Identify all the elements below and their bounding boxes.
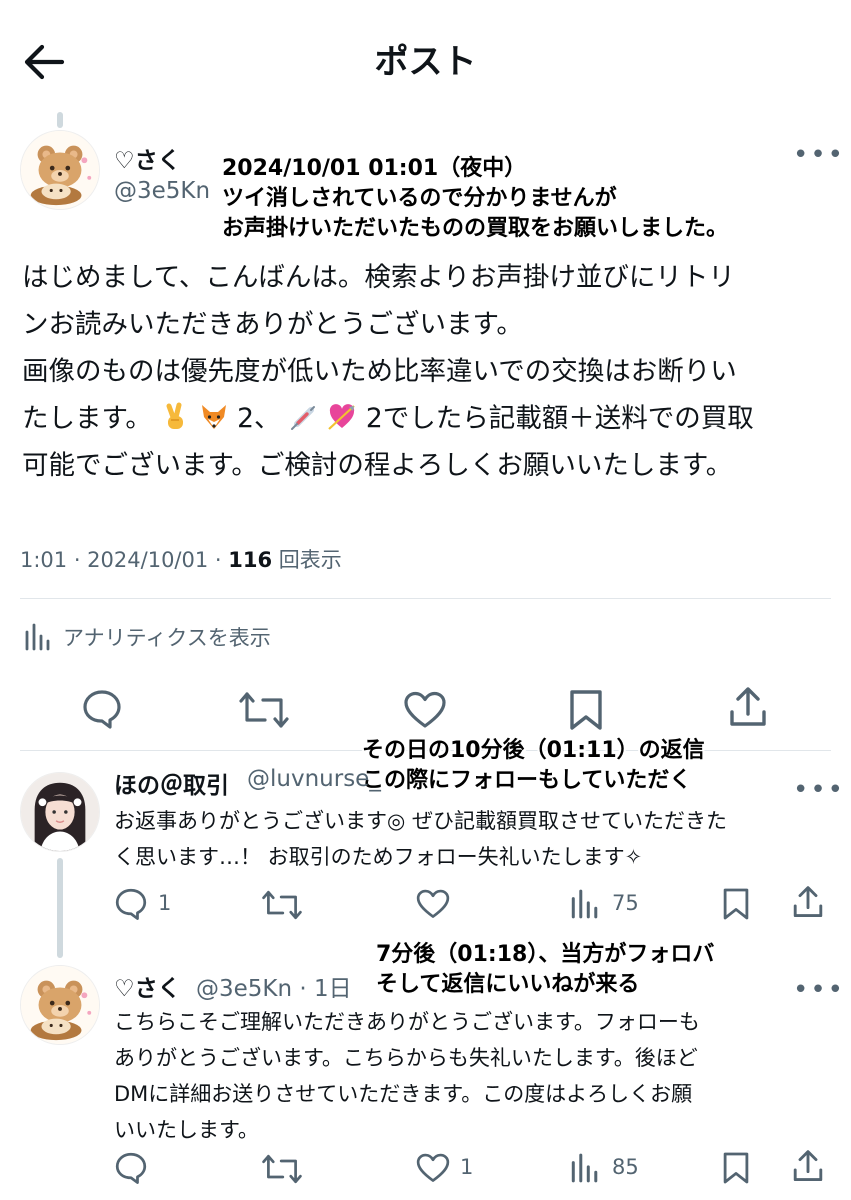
bookmark-icon[interactable] [722, 1151, 750, 1185]
bookmark-icon[interactable] [722, 887, 750, 921]
post-text-line: たします。 2、 2でしたら記載額＋送料での買取 [22, 395, 754, 442]
reply-body: こちらこそご理解いただきありがとうございます。フォローも ありがとうございます。… [114, 1004, 700, 1148]
view-count: 116 [228, 548, 273, 572]
post-time: 1:01 · 2024/10/01 · [20, 548, 229, 572]
annotation-line: この際にフォローもしていただく [362, 768, 692, 793]
annotation-line: その日の10分後（01:11）の返信 [362, 738, 705, 763]
retweet-icon[interactable] [262, 889, 302, 921]
author-handle[interactable]: @3e5Kn · 1日 [196, 969, 352, 1003]
post-timestamp[interactable]: 1:01 · 2024/10/01 · 116 回表示 [20, 544, 342, 574]
bar-chart-icon[interactable] [24, 623, 50, 651]
share-icon[interactable] [728, 686, 768, 728]
fox-emoji [199, 402, 229, 432]
post-text-segment: 2、 [237, 403, 281, 434]
post-text-segment: 2でしたら記載額＋送料での買取 [365, 403, 754, 434]
thread-line-reply [57, 858, 63, 958]
annotation-line: 7分後（01:18）、当方がフォロバ [376, 942, 715, 967]
thread-line-top [57, 112, 63, 128]
retweet-icon[interactable] [262, 1153, 302, 1185]
bar-chart-icon[interactable] [570, 1153, 598, 1183]
annotation-date-note: 2024/10/01 01:01（夜中） ツイ消しされているので分かりませんが … [222, 154, 728, 244]
reply-count: 1 [158, 891, 172, 915]
reply-text-line: DMに詳細お送りさせていただきます。この度はよろしくお願 [114, 1082, 693, 1106]
annotation-line: 2024/10/01 01:01（夜中） [222, 156, 527, 181]
reply-text-line: こちらこそご理解いただきありがとうございます。フォローも [114, 1010, 700, 1034]
heart-icon[interactable] [415, 1152, 451, 1184]
page-title: ポスト [374, 42, 477, 82]
more-dots-icon[interactable]: ••• [793, 142, 845, 168]
reply-icon[interactable] [114, 1151, 148, 1185]
bookmark-icon[interactable] [568, 689, 604, 731]
author-handle[interactable]: @3e5Kn [114, 178, 210, 204]
share-icon[interactable] [792, 1149, 824, 1183]
reply-text-line: ありがとうございます。こちらからも失礼いたします。後ほど [114, 1046, 698, 1070]
view-count: 85 [612, 1155, 639, 1179]
view-count: 75 [612, 891, 639, 915]
analytics-link[interactable]: アナリティクスを表示 [63, 622, 271, 652]
more-dots-icon[interactable]: ••• [793, 977, 845, 1003]
reply-icon[interactable] [114, 887, 148, 921]
retweet-icon[interactable] [239, 690, 289, 730]
post-body: はじめまして、こんばんは。検索よりお声掛け並びにリトリ ンお読みいただきありがと… [22, 254, 754, 489]
post-text-line: はじめまして、こんばんは。検索よりお声掛け並びにリトリ [22, 262, 735, 293]
author-handle[interactable]: @luvnurse_ [247, 766, 381, 792]
bar-chart-icon[interactable] [570, 889, 598, 919]
annotation-line: そして返信にいいねが来る [376, 972, 640, 997]
post-text-line: ンお読みいただきありがとうございます。 [22, 309, 523, 340]
heart-icon[interactable] [402, 690, 448, 730]
avatar[interactable] [20, 130, 100, 210]
like-count: 1 [460, 1155, 474, 1179]
syringe-emoji [289, 402, 319, 432]
heart-icon[interactable] [415, 888, 451, 920]
annotation-line: お声掛けいただいたものの買取をお願いしました。 [222, 216, 729, 241]
avatar[interactable] [20, 772, 100, 852]
reply-body: お返事ありがとうございます◎ ぜひ記載額買取させていただきた く思います…！ お… [114, 803, 727, 875]
share-icon[interactable] [792, 885, 824, 919]
divider [20, 598, 831, 599]
victory-hand-emoji [160, 402, 190, 432]
reply-text-line: お返事ありがとうございます◎ ぜひ記載額買取させていただきた [114, 809, 727, 833]
reply-text-line: いいたします。 [114, 1118, 259, 1142]
annotation-line: ツイ消しされているので分かりませんが [222, 186, 617, 211]
annotation-reply-note: その日の10分後（01:11）の返信 この際にフォローもしていただく [362, 736, 705, 796]
post-text-line: 画像のものは優先度が低いため比率違いでの交換はお断りい [22, 356, 737, 387]
avatar[interactable] [20, 965, 100, 1045]
annotation-follow-note: 7分後（01:18）、当方がフォロバ そして返信にいいねが来る [376, 940, 714, 1000]
view-count-label: 回表示 [272, 548, 342, 572]
post-text-segment: たします。 [22, 403, 152, 434]
heart-with-arrow-emoji [327, 402, 357, 432]
author-name[interactable]: ♡さく [114, 969, 181, 1003]
more-dots-icon[interactable]: ••• [793, 777, 845, 803]
reply-icon[interactable] [81, 689, 123, 729]
post-text-line: 可能でございます。ご検討の程よろしくお願いいたします。 [22, 450, 733, 481]
reply-text-line: く思います…！ お取引のためフォロー失礼いたします✧ [114, 845, 643, 869]
author-name[interactable]: ♡さく [114, 141, 181, 175]
author-name[interactable]: ほの＠取引 [114, 766, 229, 800]
